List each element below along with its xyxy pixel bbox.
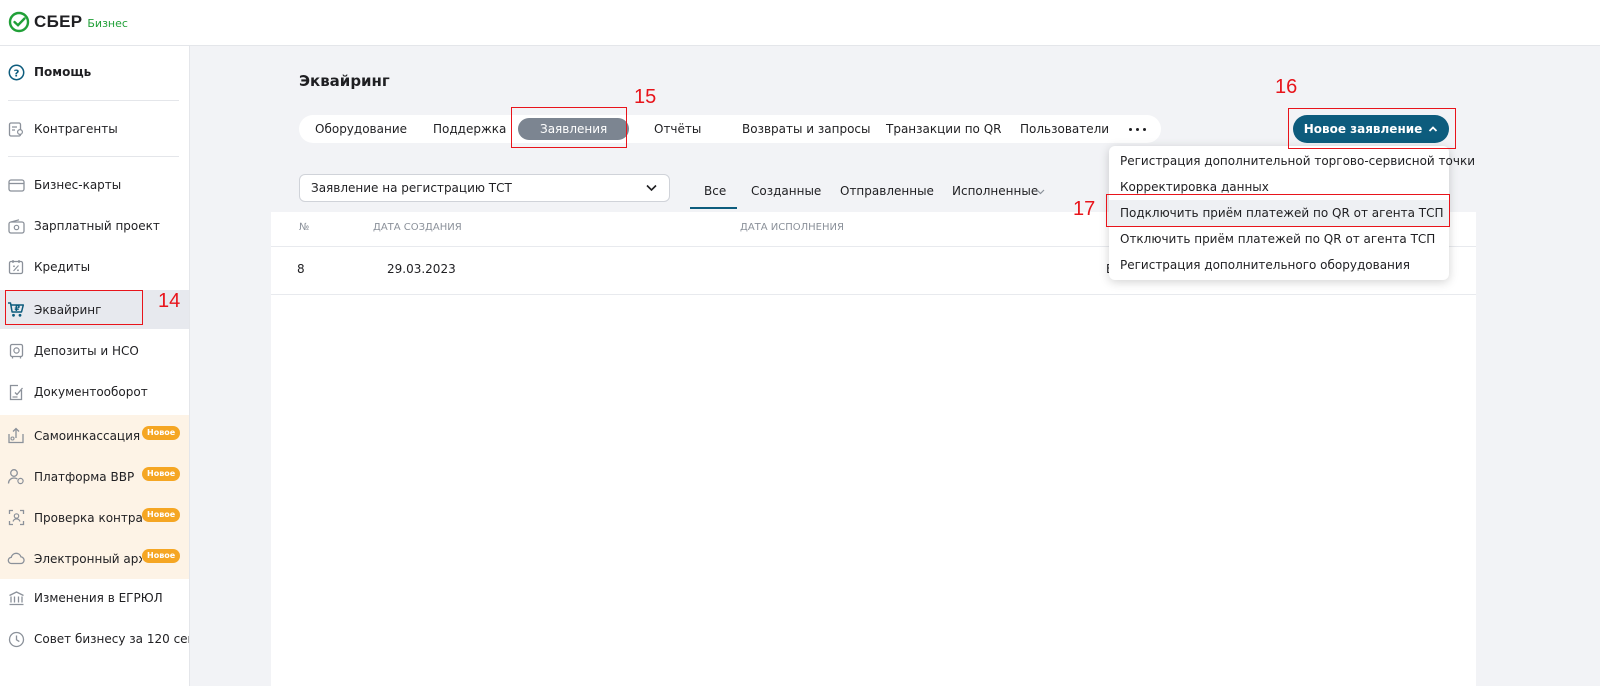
doc-check-icon [7,383,25,401]
contractor-icon [7,120,25,138]
sidebar-item-label: Зарплатный проект [34,219,160,233]
annotation-box-14 [5,290,143,325]
table-row-divider [271,294,1476,295]
sidebar-item-salary[interactable]: Зарплатный проект [0,208,189,244]
sidebar-divider [8,156,179,157]
annotation-box-16 [1288,108,1456,149]
clock-icon [7,630,25,648]
menu-item-register-point[interactable]: Регистрация дополнительной торгово-серви… [1109,148,1475,174]
sidebar-item-label: Депозиты и НСО [34,344,139,358]
user-gear-icon [7,468,25,486]
sidebar-item-label: Изменения в ЕГРЮЛ [34,591,163,605]
annotation-number-16: 16 [1275,76,1298,98]
sidebar: ? Помощь Контрагенты Бизнес-карты Зарпла… [0,46,190,686]
subtab-created[interactable]: Созданные [751,184,821,198]
column-header-created[interactable]: Дата создания [373,222,462,233]
building-icon [7,589,25,607]
sidebar-item-business-cards[interactable]: Бизнес-карты [0,167,189,203]
cloud-icon [7,550,25,568]
percent-calendar-icon [7,258,25,276]
card-icon [7,176,25,194]
tabs-bar: Оборудование Поддержка Заявления Отчёты … [299,115,1161,143]
cell-created: 29.03.2023 [387,262,456,276]
sidebar-item-egrul-changes[interactable]: Изменения в ЕГРЮЛ [0,580,189,616]
logo-subtext: Бизнес [87,17,128,30]
top-bar: СБЕР Бизнес [0,0,1600,46]
annotation-box-17 [1106,194,1450,227]
logo-text: СБЕР [34,12,83,31]
sidebar-item-label: Платформа ВВР [34,469,135,484]
sidebar-item-credits[interactable]: Кредиты [0,249,189,285]
applications-table: № Дата создания Дата исполнения 8 29.03.… [271,212,1476,686]
annotation-box-15 [511,107,627,148]
annotation-number-14: 14 [158,290,181,312]
sidebar-item-deposits[interactable]: Депозиты и НСО [0,333,189,369]
chevron-down-icon[interactable] [1036,189,1045,195]
help-circle-icon: ? [7,63,25,81]
select-value: Заявление на регистрацию ТСТ [311,181,512,195]
new-badge: Новое [142,426,181,440]
menu-item-register-equipment[interactable]: Регистрация дополнительного оборудования [1109,252,1449,278]
sidebar-item-docflow[interactable]: Документооборот [0,374,189,410]
sber-logo[interactable]: СБЕР Бизнес [8,11,128,33]
sidebar-item-help[interactable]: ? Помощь [0,54,189,90]
annotation-number-17: 17 [1073,198,1096,220]
cell-num: 8 [297,262,305,276]
tab-returns[interactable]: Возвраты и запросы [742,115,871,143]
tab-support[interactable]: Поддержка [433,115,506,143]
sidebar-item-label: Электронный архив [34,551,142,566]
sidebar-item-label: Бизнес-карты [34,178,122,192]
more-tabs-icon[interactable] [1129,128,1147,131]
subtab-all[interactable]: Все [704,184,726,198]
sidebar-item-label: Документооборот [34,385,148,399]
sidebar-item-contractors[interactable]: Контрагенты [0,111,189,147]
subtab-completed[interactable]: Исполненные [952,184,1038,198]
sidebar-item-e-archive[interactable]: Электронный архив Новое [0,538,189,579]
sber-logo-icon [8,11,30,33]
sidebar-item-business-tip[interactable]: Совет бизнесу за 120 сек [0,621,189,657]
tab-qr-transactions[interactable]: Транзакции по QR [886,115,1002,143]
sidebar-item-self-collection[interactable]: Самоинкассация Новое [0,415,189,456]
new-badge: Новое [142,467,181,481]
sidebar-item-label: Кредиты [34,260,91,274]
svg-text:?: ? [13,68,19,79]
sidebar-item-label: Совет бизнесу за 120 сек [34,632,189,646]
column-header-num: № [299,222,310,233]
menu-item-disconnect-qr[interactable]: Отключить приём платежей по QR от агента… [1109,226,1449,252]
new-badge: Новое [142,549,181,563]
column-header-done[interactable]: Дата исполнения [740,222,844,233]
wallet-icon [7,217,25,235]
application-type-select[interactable]: Заявление на регистрацию ТСТ [299,174,670,202]
annotation-number-15: 15 [634,86,657,108]
tab-equipment[interactable]: Оборудование [315,115,407,143]
upload-box-icon [7,427,25,445]
sidebar-divider [8,100,179,101]
subtab-sent[interactable]: Отправленные [840,184,934,198]
scan-icon [7,509,25,527]
active-subtab-indicator [690,207,737,209]
tab-users[interactable]: Пользователи [1020,115,1109,143]
sidebar-item-label: Помощь [34,65,92,79]
page-title: Эквайринг [299,72,390,90]
safe-icon [7,342,25,360]
sidebar-item-label: Контрагенты [34,122,118,136]
sidebar-item-label: Самоинкассация [34,428,141,443]
sidebar-item-label: Проверка контрагентов [34,510,142,525]
new-badge: Новое [142,508,181,522]
tab-reports[interactable]: Отчёты [654,115,701,143]
sidebar-item-contractor-check[interactable]: Проверка контрагентов Новое [0,497,189,538]
sidebar-item-platform-vvr[interactable]: Платформа ВВР Новое [0,456,189,497]
chevron-down-icon [646,184,657,192]
